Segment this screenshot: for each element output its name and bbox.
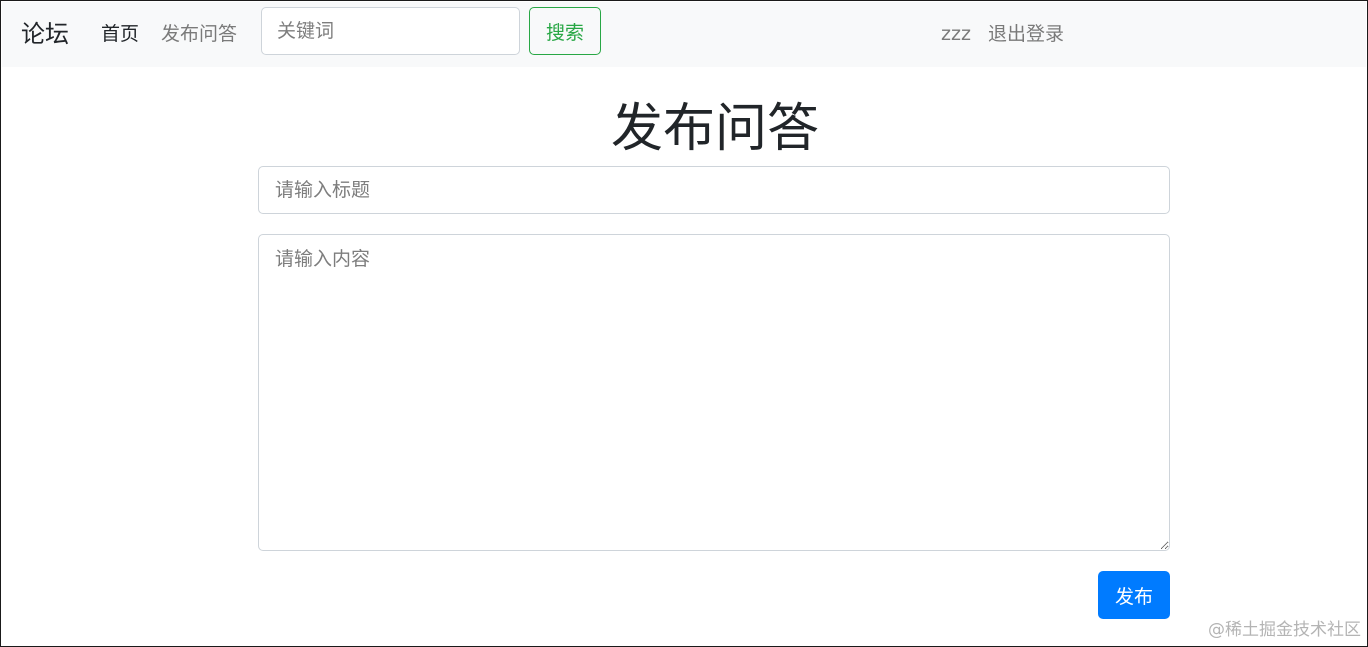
- search-input[interactable]: [261, 7, 520, 55]
- page-title: 发布问答: [610, 99, 819, 159]
- publish-button[interactable]: 发布: [1098, 571, 1170, 619]
- brand-logo[interactable]: 论坛: [21, 18, 69, 50]
- content-textarea[interactable]: [258, 234, 1170, 551]
- user-name-link[interactable]: zzz: [941, 21, 971, 47]
- title-input[interactable]: [258, 166, 1170, 214]
- browser-viewport: 论坛 首页 发布问答 搜索 zzz 退出登录 发布问答 发布 @稀土掘金技术社区: [0, 0, 1368, 647]
- watermark-text: @稀土掘金技术社区: [1208, 620, 1361, 640]
- nav-post-link[interactable]: 发布问答: [161, 21, 237, 47]
- top-navbar: 论坛 首页 发布问答 搜索 zzz 退出登录: [2, 2, 1366, 67]
- logout-link[interactable]: 退出登录: [988, 21, 1064, 47]
- nav-home-link[interactable]: 首页: [101, 21, 139, 47]
- search-button[interactable]: 搜索: [529, 7, 601, 55]
